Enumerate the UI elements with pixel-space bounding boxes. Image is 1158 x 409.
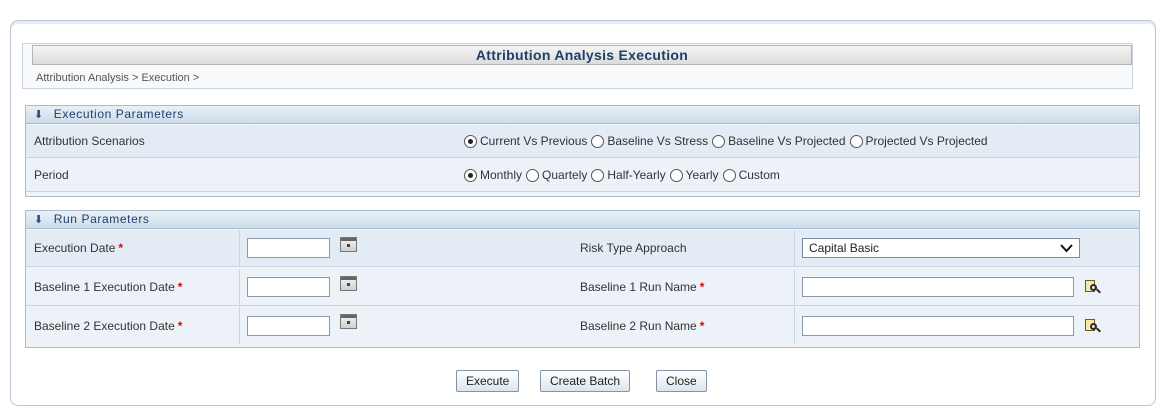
collapse-icon[interactable]: ⬇ [34, 109, 44, 121]
attribution-scenarios-label: Attribution Scenarios [34, 134, 145, 148]
period-label: Period [34, 168, 69, 182]
radio-label: Current Vs Previous [480, 134, 588, 148]
radio-button[interactable] [464, 134, 477, 148]
baseline1-run-name-label: Baseline 1 Run Name [580, 280, 697, 294]
baseline1-execution-date-label: Baseline 1 Execution Date [34, 280, 175, 294]
radio-button[interactable] [712, 134, 726, 148]
scenario-option[interactable]: Baseline Vs Projected [712, 134, 846, 148]
period-option[interactable]: Half-Yearly [591, 168, 666, 182]
execution-date-row: Execution Date * Risk Type Approach Capit… [26, 230, 1139, 267]
baseline2-run-name-input[interactable] [802, 315, 1074, 336]
radio-label: Custom [738, 168, 780, 182]
period-option[interactable]: Monthly [464, 168, 522, 182]
attribution-scenarios-row: Attribution Scenarios Current Vs Previou… [26, 125, 1139, 158]
period-option[interactable]: Quartely [526, 168, 587, 182]
radio-label: Baseline Vs Projected [728, 134, 846, 148]
close-button[interactable]: Close [656, 370, 707, 392]
radio-button[interactable] [526, 168, 540, 182]
baseline2-row: Baseline 2 Execution Date * Baseline 2 Ru… [26, 307, 1139, 344]
baseline1-execution-date-input[interactable] [247, 277, 330, 297]
radio-label: Yearly [685, 168, 719, 182]
baseline2-run-name-label: Baseline 2 Run Name [580, 318, 697, 333]
baseline1-row: Baseline 1 Execution Date * Baseline 1 Ru… [26, 269, 1139, 306]
breadcrumb: Attribution Analysis > Execution > [36, 72, 200, 84]
scenario-option[interactable]: Projected Vs Projected [849, 134, 988, 148]
period-option[interactable]: Custom [722, 168, 780, 182]
radio-button[interactable] [591, 168, 605, 182]
baseline2-execution-date-input[interactable] [247, 315, 330, 336]
required-marker: * [177, 280, 183, 294]
execute-button[interactable]: Execute [456, 370, 520, 392]
radio-button[interactable] [669, 168, 683, 182]
period-option[interactable]: Yearly [669, 168, 719, 182]
required-marker: * [118, 241, 124, 255]
calendar-icon[interactable] [340, 236, 357, 252]
calendar-icon[interactable] [340, 275, 357, 291]
create-batch-button[interactable]: Create Batch [540, 370, 631, 392]
execution-parameters-section: ⬇ Execution Parameters Attribution Scena… [25, 105, 1140, 197]
risk-type-approach-value: Capital Basic [809, 241, 880, 255]
required-marker: * [177, 318, 183, 333]
radio-button[interactable] [849, 134, 863, 148]
page-title: Attribution Analysis Execution [32, 45, 1132, 65]
required-marker: * [699, 318, 705, 333]
chevron-down-icon [1060, 243, 1073, 252]
period-radio-group: Monthly Quartely Half-Yearly Yearly Custom [464, 168, 784, 182]
collapse-icon[interactable]: ⬇ [34, 214, 44, 226]
lookup-icon[interactable] [1084, 279, 1101, 295]
radio-label: Projected Vs Projected [865, 134, 988, 148]
scenario-option[interactable]: Current Vs Previous [464, 134, 587, 148]
radio-label: Quartely [542, 168, 588, 182]
risk-type-approach-label: Risk Type Approach [580, 241, 687, 255]
risk-type-approach-select[interactable]: Capital Basic [802, 238, 1080, 258]
run-parameters-title: Run Parameters [53, 212, 150, 226]
run-parameters-section: ⬇ Run Parameters Execution Date * Risk Ty… [25, 210, 1140, 348]
radio-label: Monthly [480, 168, 523, 182]
radio-label: Baseline Vs Stress [607, 134, 709, 148]
radio-button[interactable] [591, 134, 605, 148]
radio-button[interactable] [722, 168, 736, 182]
radio-button[interactable] [464, 168, 477, 182]
execution-date-label: Execution Date [34, 241, 116, 255]
required-marker: * [699, 280, 705, 294]
baseline2-execution-date-label: Baseline 2 Execution Date [34, 318, 175, 333]
lookup-icon[interactable] [1084, 318, 1101, 334]
execution-parameters-header[interactable]: ⬇ Execution Parameters [26, 106, 1139, 124]
radio-label: Half-Yearly [607, 168, 666, 182]
run-parameters-header[interactable]: ⬇ Run Parameters [26, 211, 1139, 229]
baseline1-run-name-input[interactable] [802, 277, 1074, 297]
period-row: Period Monthly Quartely Half-Yearly Yearly C… [26, 159, 1139, 192]
scenario-option[interactable]: Baseline Vs Stress [591, 134, 708, 148]
execution-date-input[interactable] [247, 238, 330, 258]
execution-parameters-title: Execution Parameters [53, 107, 184, 121]
attribution-scenarios-radio-group: Current Vs Previous Baseline Vs Stress Bas… [464, 134, 992, 148]
calendar-icon[interactable] [340, 314, 357, 329]
